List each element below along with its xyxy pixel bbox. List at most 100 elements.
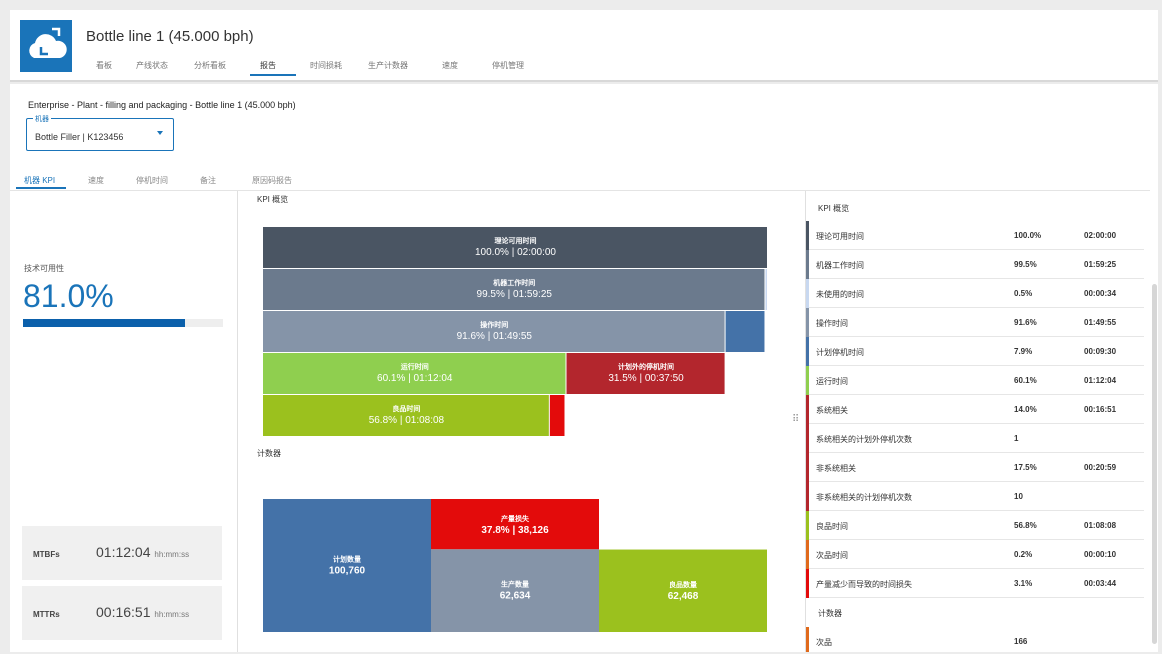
row-color-marker <box>806 308 809 337</box>
kpi-bar-value-3-0: 60.1% | 01:12:04 <box>377 373 453 384</box>
table-cell-name: 系统相关的计划外停机次数 <box>816 435 912 444</box>
table-row: 次品 166 <box>806 627 1144 652</box>
cloud-logo-icon <box>20 20 72 72</box>
nav-tab-5[interactable]: 生产计数器 <box>368 60 408 71</box>
nav-active-indicator <box>250 74 296 76</box>
table-cell-pct: 14.0% <box>1014 405 1037 414</box>
table-cell-time: 02:00:00 <box>1084 231 1117 240</box>
subtab-4[interactable]: 原因码报告 <box>252 175 292 186</box>
table-cell-time: 00:20:59 <box>1084 463 1117 472</box>
row-color-marker <box>806 395 809 424</box>
table-row: 非系统相关的计划停机次数 10 <box>806 482 1144 511</box>
table-row: 系统相关 14.0% 00:16:51 <box>806 395 1144 424</box>
counter-value-loss: 37.8% | 38,126 <box>481 525 549 536</box>
nav-tab-1[interactable]: 产线状态 <box>136 60 168 71</box>
row-color-marker <box>806 279 809 308</box>
table-cell-pct: 7.9% <box>1014 347 1033 356</box>
row-color-marker <box>806 627 809 652</box>
table-cell-pct: 60.1% <box>1014 376 1037 385</box>
row-color-marker <box>806 366 809 395</box>
row-color-marker <box>806 569 809 598</box>
table-cell-pct: 0.5% <box>1014 289 1033 298</box>
table-cell-name: 非系统相关的计划停机次数 <box>816 493 912 502</box>
kpi-bar-value-3-1: 31.5% | 00:37:50 <box>608 373 684 384</box>
kpi-bar-value-1-0: 99.5% | 01:59:25 <box>477 289 553 300</box>
counter-value-produced: 62,634 <box>500 591 531 602</box>
table-cell-time: 00:00:34 <box>1084 289 1117 298</box>
nav-tab-4[interactable]: 时间损耗 <box>310 60 342 71</box>
table-row: 机器工作时间 99.5% 01:59:25 <box>806 250 1144 279</box>
kpi-bar-1-1 <box>765 269 767 310</box>
table-row: 计划停机时间 7.9% 00:09:30 <box>806 337 1144 366</box>
counter-table-title: 计数器 <box>818 609 842 618</box>
row-color-marker <box>806 250 809 279</box>
kpi-bar-label-2-0: 操作时间 <box>480 320 508 329</box>
table-cell-name: 计划停机时间 <box>816 348 864 357</box>
main-panel: Enterprise - Plant - filling and packagi… <box>10 84 1158 652</box>
table-cell-pct: 1 <box>1014 434 1019 443</box>
table-cell-name: 产量减少而导致的时间损失 <box>816 580 912 589</box>
row-color-marker <box>806 424 809 453</box>
counter-label-good: 良品数量 <box>669 580 697 589</box>
nav-tab-2[interactable]: 分析看板 <box>194 60 226 71</box>
kpi-bar-value-2-0: 91.6% | 01:49:55 <box>457 331 533 342</box>
kpi-bar-label-0-0: 理论可用时间 <box>495 236 537 245</box>
counter-label-loss: 产量损失 <box>501 514 530 523</box>
kpi-bar-label-1-0: 机器工作时间 <box>493 278 535 287</box>
table-cell-pct: 0.2% <box>1014 550 1033 559</box>
counter-label-produced: 生产数量 <box>501 580 529 589</box>
table-cell-pct: 56.8% <box>1014 521 1037 530</box>
table-cell-time: 00:16:51 <box>1084 405 1117 414</box>
subtab-0[interactable]: 机器 KPI <box>24 175 55 186</box>
counter-bar-loss <box>431 499 599 550</box>
table-cell-pct: 166 <box>1014 637 1028 646</box>
counter-value-good: 62,468 <box>668 591 699 602</box>
nav-tab-3[interactable]: 报告 <box>260 60 276 71</box>
table-row: 良品时间 56.8% 01:08:08 <box>806 511 1144 540</box>
drag-handle-icon[interactable]: ⠿ <box>792 414 799 425</box>
subtab-1[interactable]: 速度 <box>88 175 104 186</box>
row-color-marker <box>806 453 809 482</box>
table-cell-name: 良品时间 <box>816 522 848 531</box>
table-cell-pct: 100.0% <box>1014 231 1042 240</box>
table-cell-time: 00:03:44 <box>1084 579 1117 588</box>
nav-tab-0[interactable]: 看板 <box>96 60 112 71</box>
table-cell-name: 系统相关 <box>816 406 848 415</box>
table-cell-time: 01:08:08 <box>1084 521 1117 530</box>
table-row: 理论可用时间 100.0% 02:00:00 <box>806 221 1144 250</box>
table-cell-name: 次品时间 <box>816 551 848 560</box>
table-row: 次品时间 0.2% 00:00:10 <box>806 540 1144 569</box>
app-header: Bottle line 1 (45.000 bph) 看板 产线状态 分析看板 报告 时… <box>10 10 1158 82</box>
nav-tab-7[interactable]: 停机管理 <box>492 60 524 71</box>
nav-tab-6[interactable]: 速度 <box>442 60 458 71</box>
table-cell-name: 机器工作时间 <box>816 261 864 270</box>
table-row: 系统相关的计划外停机次数 1 <box>806 424 1144 453</box>
row-color-marker <box>806 337 809 366</box>
row-color-marker <box>806 221 809 250</box>
row-color-marker <box>806 540 809 569</box>
table-cell-pct: 99.5% <box>1014 260 1037 269</box>
subtab-2[interactable]: 停机时间 <box>136 175 168 186</box>
counter-label-planned: 计划数量 <box>333 555 361 564</box>
subtab-3[interactable]: 备注 <box>200 175 216 186</box>
kpi-bar-value-4-0: 56.8% | 01:08:08 <box>369 415 445 426</box>
kpi-bar-label-3-0: 运行时间 <box>401 362 429 371</box>
kpi-bar-value-0-0: 100.0% | 02:00:00 <box>475 247 556 258</box>
table-cell-time: 00:09:30 <box>1084 347 1117 356</box>
table-cell-time: 01:49:55 <box>1084 318 1117 327</box>
table-row: 非系统相关 17.5% 00:20:59 <box>806 453 1144 482</box>
table-cell-time: 01:12:04 <box>1084 376 1117 385</box>
kpi-bar-label-4-0: 良品时间 <box>392 404 420 413</box>
scrollbar[interactable] <box>1152 284 1157 644</box>
counter-value-planned: 100,760 <box>329 566 366 577</box>
table-cell-pct: 91.6% <box>1014 318 1037 327</box>
page-title: Bottle line 1 (45.000 bph) <box>86 28 254 45</box>
table-cell-name: 理论可用时间 <box>816 232 864 241</box>
kpi-bar-4-1 <box>549 395 565 436</box>
table-cell-pct: 17.5% <box>1014 463 1037 472</box>
table-cell-time: 01:59:25 <box>1084 260 1117 269</box>
table-row: 操作时间 91.6% 01:49:55 <box>806 308 1144 337</box>
table-row: 运行时间 60.1% 01:12:04 <box>806 366 1144 395</box>
table-cell-name: 次品 <box>816 638 832 647</box>
table-row: 未使用的时间 0.5% 00:00:34 <box>806 279 1144 308</box>
